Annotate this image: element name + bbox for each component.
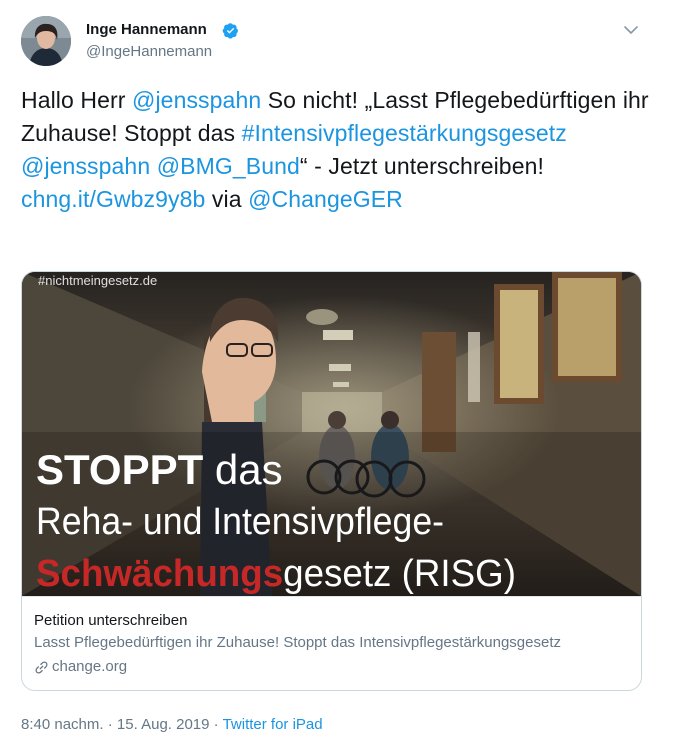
tweet-meta: 8:40 nachm. · 15. Aug. 2019 · Twitter fo… xyxy=(21,716,323,733)
image-headline-3: Schwächungsgesetz (RISG) xyxy=(36,553,516,595)
link-card[interactable]: #nichtmeingesetz.de STOPPT das Reha- und… xyxy=(21,271,642,691)
petition-url-link[interactable]: chng.it/Gwbz9y8b xyxy=(21,186,205,212)
avatar[interactable] xyxy=(21,16,71,66)
tweet-text: Hallo Herr @jensspahn So nicht! „Lasst P… xyxy=(21,84,651,216)
tweet-time[interactable]: 8:40 nachm. xyxy=(21,716,104,733)
handle[interactable]: @IngeHannemann xyxy=(86,43,212,60)
tweet-date[interactable]: 15. Aug. 2019 xyxy=(117,716,210,733)
text-segment: “ - Jetzt unterschreiben! xyxy=(299,153,544,179)
card-info[interactable]: Petition unterschreiben Lasst Pflegebedü… xyxy=(22,596,641,690)
card-description: Lasst Pflegebedürftigen ihr Zuhause! Sto… xyxy=(34,634,561,651)
meta-separator: · xyxy=(209,716,223,733)
tweet: Inge Hannemann @IngeHannemann Hallo Herr… xyxy=(0,0,677,743)
meta-separator: · xyxy=(103,716,117,733)
card-image[interactable]: #nichtmeingesetz.de STOPPT das Reha- und… xyxy=(22,272,641,596)
image-watermark: #nichtmeingesetz.de xyxy=(38,273,157,288)
card-title: Petition unterschreiben xyxy=(34,612,188,629)
image-headline-1a: STOPPT xyxy=(36,446,204,493)
card-domain: change.org xyxy=(52,658,128,675)
mention-jensspahn-2[interactable]: @jensspahn xyxy=(21,153,150,179)
text-segment: Hallo Herr xyxy=(21,87,133,113)
image-headline-3b: gesetz (RISG) xyxy=(283,553,516,595)
text-segment: via xyxy=(205,186,249,212)
display-name[interactable]: Inge Hannemann xyxy=(86,21,207,38)
image-headline-1b: das xyxy=(203,446,282,493)
avatar-image xyxy=(21,16,71,66)
hashtag-link[interactable]: #Intensivpflegestärkungsgesetz xyxy=(242,120,567,146)
mention-jensspahn[interactable]: @jensspahn xyxy=(132,87,261,113)
verified-badge-icon xyxy=(222,23,238,39)
image-headline-1: STOPPT das xyxy=(36,446,283,493)
mention-changeger[interactable]: @ChangeGER xyxy=(248,186,403,212)
image-headline-3a: Schwächungs xyxy=(36,553,283,595)
chevron-down-icon[interactable] xyxy=(621,20,641,40)
tweet-source-link[interactable]: Twitter for iPad xyxy=(223,716,323,733)
link-icon xyxy=(35,661,48,674)
mention-bmg-bund[interactable]: @BMG_Bund xyxy=(157,153,300,179)
image-headline-2: Reha- und Intensivpflege- xyxy=(36,501,444,543)
